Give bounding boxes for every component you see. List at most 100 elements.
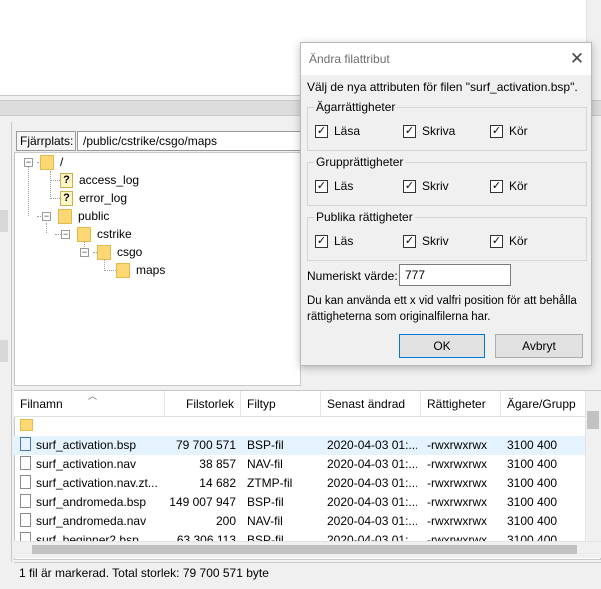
group-write-checkbox[interactable]: ✓ Skriv [403, 179, 449, 193]
file-icon [20, 456, 31, 470]
file-row[interactable]: surf_activation.nav 38 857 NAV-fil 2020-… [14, 455, 585, 474]
file-type: ZTMP-fil [247, 476, 293, 490]
public-read-checkbox[interactable]: ✓ Läs [315, 234, 353, 248]
file-owner: 3100 400 [507, 533, 558, 541]
file-modified: 2020-04-03 01:... [327, 533, 417, 541]
checkbox-checked-icon: ✓ [315, 124, 328, 138]
checkbox-checked-icon: ✓ [315, 234, 328, 248]
dialog-description: Välj de nya attributen för filen "surf_a… [307, 80, 578, 94]
file-type: NAV-fil [247, 514, 283, 528]
column-header-label: Rättigheter [427, 397, 486, 411]
file-type: NAV-fil [247, 457, 283, 471]
numeric-value-label: Numeriskt värde: [307, 269, 398, 283]
tree-item-label: public [78, 209, 110, 223]
tree-item-root[interactable]: / [40, 153, 63, 171]
tree-item-label: csgo [117, 245, 143, 259]
file-size: 149 007 947 [169, 495, 236, 509]
file-icon [20, 475, 31, 489]
column-header-owner[interactable]: Ägare/Grupp [501, 391, 585, 417]
file-name: surf_activation.nav [36, 457, 137, 471]
checkbox-checked-icon: ✓ [490, 179, 503, 193]
numeric-value-input[interactable]: 777 [399, 264, 511, 286]
folder-icon [58, 208, 72, 224]
file-name-cell: surf_activation.bsp [20, 436, 167, 455]
group-read-checkbox[interactable]: ✓ Läs [315, 179, 353, 193]
collapse-icon[interactable]: − [61, 230, 70, 239]
file-modified: 2020-04-03 01:... [327, 438, 417, 452]
file-type: BSP-fil [247, 533, 284, 541]
vertical-scroll-thumb[interactable] [587, 411, 599, 429]
owner-write-checkbox[interactable]: ✓ Skriva [403, 124, 455, 138]
tree-item-label: maps [136, 263, 166, 277]
column-header-permissions[interactable]: Rättigheter [421, 391, 501, 417]
checkbox-checked-icon: ✓ [490, 124, 503, 138]
file-modified: 2020-04-03 01:... [327, 476, 417, 490]
column-header-filetype[interactable]: Filtyp [241, 391, 321, 417]
group-label: Publika rättigheter [314, 210, 415, 224]
file-icon [20, 437, 31, 451]
dialog-hint: Du kan använda ett x vid valfri position… [307, 295, 577, 323]
file-row[interactable]: surf_beginner2.bsp 63 306 113 BSP-fil 20… [14, 531, 585, 541]
public-execute-checkbox[interactable]: ✓ Kör [490, 234, 528, 248]
tree-item-access-log[interactable]: ? access_log [60, 171, 139, 189]
checkbox-label: Läsa [334, 124, 361, 138]
group-execute-checkbox[interactable]: ✓ Kör [490, 179, 528, 193]
group-label: Grupprättigheter [314, 155, 406, 169]
file-owner: 3100 400 [507, 457, 558, 471]
file-list-header: Filnamn Filstorlek Filtyp Senast ändrad … [14, 391, 585, 417]
file-name: surf_beginner2.bsp [36, 533, 139, 541]
public-write-checkbox[interactable]: ✓ Skriv [403, 234, 449, 248]
owner-permissions-group: Ägarrättigheter ✓ Läsa ✓ Skriva ✓ Kör [307, 100, 587, 151]
column-header-label: Filstorlek [185, 397, 234, 411]
checkbox-checked-icon: ✓ [403, 124, 416, 138]
file-size: 14 682 [199, 476, 236, 490]
checkbox-label: Skriv [422, 179, 449, 193]
file-owner: 3100 400 [507, 495, 558, 509]
column-header-modified[interactable]: Senast ändrad [321, 391, 421, 417]
tree-item-maps[interactable]: maps [116, 261, 165, 279]
tree-item-error-log[interactable]: ? error_log [60, 189, 127, 207]
remote-path-input[interactable]: /public/cstrike/csgo/maps [77, 131, 307, 151]
file-modified: 2020-04-03 01:... [327, 495, 417, 509]
column-header-filesize[interactable]: Filstorlek [165, 391, 241, 417]
folder-icon [20, 419, 33, 431]
horizontal-scroll-thumb[interactable] [32, 545, 577, 554]
checkbox-label: Kör [509, 234, 528, 248]
owner-read-checkbox[interactable]: ✓ Läsa [315, 124, 360, 138]
collapse-icon[interactable]: − [24, 158, 33, 167]
local-pane-strip [0, 210, 8, 232]
ok-button[interactable]: OK [399, 334, 485, 358]
file-permissions: -rwxrwxrwx [427, 457, 487, 471]
file-permissions: -rwxrwxrwx [427, 533, 487, 541]
file-name-cell: surf_andromeda.nav [20, 512, 167, 531]
checkbox-label: Kör [509, 179, 528, 193]
file-name-cell: surf_activation.nav [20, 455, 167, 474]
tree-item-label: / [60, 155, 64, 169]
collapse-icon[interactable]: − [42, 212, 51, 221]
checkbox-label: Läs [334, 234, 354, 248]
folder-icon [116, 262, 130, 278]
tree-item-cstrike[interactable]: cstrike [77, 225, 132, 243]
cancel-button[interactable]: Avbryt [495, 334, 583, 358]
file-row[interactable]: surf_andromeda.nav 200 NAV-fil 2020-04-0… [14, 512, 585, 531]
file-row[interactable]: surf_andromeda.bsp 149 007 947 BSP-fil 2… [14, 493, 585, 512]
file-row[interactable]: surf_activation.nav.zt... 14 682 ZTMP-fi… [14, 474, 585, 493]
file-owner: 3100 400 [507, 514, 558, 528]
dialog-title: Ändra filattribut [309, 52, 390, 66]
collapse-icon[interactable]: − [80, 248, 89, 257]
owner-execute-checkbox[interactable]: ✓ Kör [490, 124, 528, 138]
file-modified: 2020-04-03 01:... [327, 514, 417, 528]
file-name-cell: surf_activation.nav.zt... [20, 474, 167, 493]
unknown-file-icon: ? [60, 190, 73, 206]
checkbox-checked-icon: ✓ [403, 179, 416, 193]
tree-item-public[interactable]: public [58, 207, 109, 225]
file-row-parent[interactable]: .. [14, 417, 585, 442]
tree-item-csgo[interactable]: csgo [97, 243, 142, 261]
file-row[interactable]: surf_activation.bsp 79 700 571 BSP-fil 2… [14, 436, 585, 455]
close-icon[interactable]: ✕ [567, 49, 587, 69]
folder-icon [77, 226, 91, 242]
change-file-attributes-dialog: Ändra filattribut ✕ Välj de nya attribut… [300, 42, 592, 366]
folder-icon [97, 244, 111, 260]
checkbox-label: Skriva [422, 124, 456, 138]
checkbox-label: Skriv [422, 234, 449, 248]
